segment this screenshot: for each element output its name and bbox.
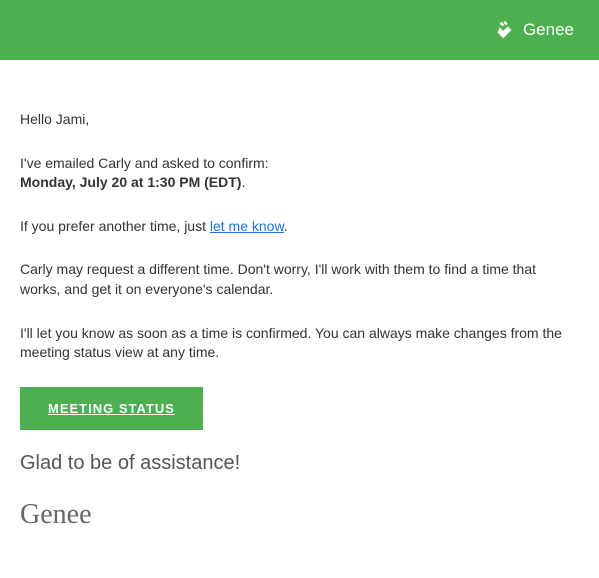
followup-paragraph: I'll let you know as soon as a time is c…	[20, 324, 579, 363]
closing-text: Glad to be of assistance!	[20, 452, 579, 475]
meeting-status-button[interactable]: MEETING STATUS	[20, 387, 203, 430]
brand-logo: Genee	[495, 19, 574, 41]
confirm-paragraph: I've emailed Carly and asked to confirm:…	[20, 154, 579, 193]
signature-text: Genee	[20, 499, 579, 531]
confirm-intro: I've emailed Carly and asked to confirm:	[20, 155, 269, 171]
confirm-suffix: .	[241, 174, 245, 190]
brand-name: Genee	[523, 20, 574, 40]
alternate-pre: If you prefer another time, just	[20, 218, 210, 234]
confirm-datetime: Monday, July 20 at 1:30 PM (EDT)	[20, 174, 241, 190]
let-me-know-link[interactable]: let me know	[210, 218, 284, 234]
email-body: Hello Jami, I've emailed Carly and asked…	[0, 60, 599, 551]
email-header: Genee	[0, 0, 599, 60]
reassurance-paragraph: Carly may request a different time. Don'…	[20, 260, 579, 299]
alternate-post: .	[284, 218, 288, 234]
hands-icon	[495, 19, 517, 41]
alternate-time-paragraph: If you prefer another time, just let me …	[20, 217, 579, 237]
greeting-text: Hello Jami,	[20, 110, 579, 130]
